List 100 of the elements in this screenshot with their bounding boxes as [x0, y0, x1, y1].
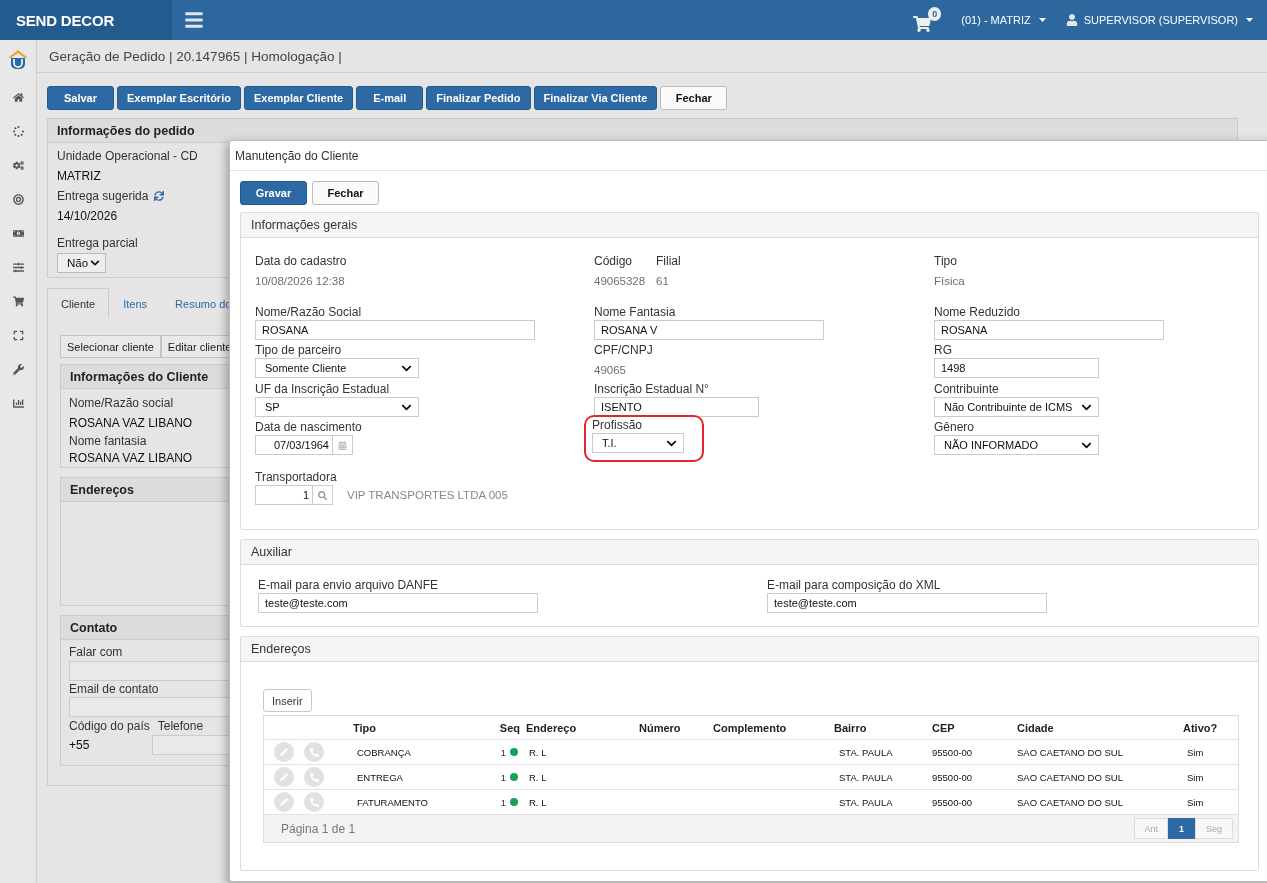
- user-menu[interactable]: SUPERVISOR (SUPERVISOR): [1083, 14, 1253, 26]
- field-label: Tipo: [934, 254, 958, 269]
- page-button[interactable]: 1: [1167, 818, 1195, 839]
- caret-icon: [1038, 18, 1046, 22]
- field-label: Telefone: [157, 719, 204, 733]
- select-field[interactable]: Somente Cliente: [255, 358, 419, 378]
- input-field[interactable]: 1: [255, 485, 313, 505]
- date-field[interactable]: 07/03/1964: [255, 435, 333, 455]
- field-value: 49065: [594, 363, 627, 378]
- refresh-icon[interactable]: [154, 191, 165, 201]
- frame-icon[interactable]: [12, 329, 24, 341]
- home-icon[interactable]: [12, 91, 24, 103]
- search-button[interactable]: [313, 485, 333, 505]
- field-label: Código do país: [69, 719, 150, 733]
- pencil-icon: [280, 748, 288, 756]
- section-title: Informações gerais: [241, 213, 1258, 238]
- section-title: Auxiliar: [241, 540, 1258, 565]
- select-field[interactable]: SP: [255, 397, 419, 417]
- table-cell-text: 95500-00: [931, 796, 974, 808]
- cart-count-badge: 0: [928, 7, 942, 21]
- toolbar-button[interactable]: Finalizar Pedido: [426, 86, 531, 110]
- chevron-icon: [90, 258, 100, 268]
- brand-name: SEND DECOR: [0, 0, 172, 40]
- wrench-icon[interactable]: [12, 363, 24, 375]
- column-header: Bairro: [833, 721, 868, 734]
- table-cell-text: STA. PAULA: [838, 771, 894, 783]
- panel-title: Informações do pedido: [48, 119, 1237, 143]
- field-value: +55: [69, 738, 90, 752]
- table-cell-text: Sim: [1186, 746, 1205, 758]
- bar-chart-icon[interactable]: [12, 397, 24, 409]
- field-label: Entrega sugerida: [57, 189, 149, 203]
- dialog-title: Manutenção do Cliente: [230, 141, 1267, 171]
- dialog-button[interactable]: Gravar: [240, 181, 307, 205]
- select-field[interactable]: Não Contribuinte de ICMS: [934, 397, 1099, 417]
- field-label: Nome Reduzido: [934, 305, 1022, 320]
- field-label: E-mail para envio arquivo DANFE: [258, 578, 440, 593]
- cart-icon[interactable]: [12, 295, 24, 307]
- toolbar-button[interactable]: Finalizar Via Cliente: [533, 86, 658, 110]
- section-title: Endereços: [241, 637, 1258, 662]
- pencil-icon: [280, 773, 288, 781]
- input-field[interactable]: ROSANA V: [594, 320, 824, 340]
- select-field[interactable]: Não: [57, 253, 106, 273]
- column-header: Endereço: [525, 721, 578, 734]
- field-label: CPF/CNPJ: [594, 343, 653, 358]
- page-title: Geração de Pedido | 20.147965 | Homologação |: [37, 40, 1267, 73]
- table-cell-text: COBRANÇA: [356, 746, 412, 758]
- sliders-icon[interactable]: [12, 261, 24, 273]
- field-label: Filial: [656, 254, 681, 269]
- input-field[interactable]: 1498: [934, 358, 1099, 378]
- toolbar-button[interactable]: Salvar: [47, 86, 114, 110]
- dialog-button[interactable]: Fechar: [312, 181, 379, 205]
- gears-icon[interactable]: [12, 159, 24, 171]
- field-value: ROSANA VAZ LIBANO: [69, 416, 193, 430]
- calendar-icon: [338, 440, 347, 450]
- field-label: Nome fantasia: [69, 433, 147, 448]
- column-header: CEP: [931, 721, 956, 734]
- field-value: 14/10/2026: [57, 209, 118, 223]
- table-cell: 1: [500, 746, 506, 758]
- toolbar-button[interactable]: Exemplar Escritório: [117, 86, 241, 110]
- input-field[interactable]: ROSANA: [255, 320, 535, 340]
- toolbar-button[interactable]: Fechar: [660, 86, 728, 110]
- spinner-icon[interactable]: [12, 125, 24, 137]
- table-cell-text: SAO CAETANO DO SUL: [1016, 796, 1124, 808]
- column-header: Ativo?: [1182, 721, 1219, 734]
- select-field[interactable]: NÃO INFORMADO: [934, 435, 1099, 455]
- input-field[interactable]: ISENTO: [594, 397, 759, 417]
- target-icon[interactable]: [12, 193, 24, 205]
- toolbar-button[interactable]: Exemplar Cliente: [243, 86, 354, 110]
- column-header: Complemento: [712, 721, 788, 734]
- field-label: Nome/Razão social: [69, 396, 174, 410]
- field-label: Gênero: [934, 420, 976, 435]
- field-label: Profissão: [592, 418, 644, 433]
- field-value: 61: [656, 274, 670, 289]
- table-cell-text: Sim: [1186, 771, 1205, 783]
- table-cell-text: STA. PAULA: [838, 746, 894, 758]
- field-label: Data do cadastro: [255, 254, 347, 269]
- tab[interactable]: Cliente: [47, 288, 110, 318]
- branch-menu[interactable]: (01) - MATRIZ: [961, 14, 1046, 26]
- field-label: Nome Fantasia: [594, 305, 677, 320]
- table-cell-text: 95500-00: [931, 771, 974, 783]
- input-field[interactable]: teste@teste.com: [767, 593, 1047, 613]
- table-cell-text: FATURAMENTO: [356, 796, 429, 808]
- column-header: Seq: [498, 721, 521, 734]
- insert-button[interactable]: Inserir: [263, 689, 312, 712]
- table-cell-text: ENTREGA: [356, 771, 404, 783]
- field-label: Entrega parcial: [57, 236, 138, 250]
- client-button[interactable]: Selecionar cliente: [60, 335, 161, 358]
- toolbar-button[interactable]: E-mail: [356, 86, 424, 110]
- input-field[interactable]: teste@teste.com: [258, 593, 538, 613]
- select-field[interactable]: T.I.: [592, 433, 684, 453]
- field-label: Código: [594, 254, 634, 269]
- banknote-icon[interactable]: [12, 227, 24, 239]
- user-icon: [1065, 14, 1078, 26]
- phone-icon: [309, 797, 319, 807]
- menu-icon[interactable]: [184, 10, 204, 30]
- table-cell-text: R. L: [528, 796, 548, 808]
- table-cell-text: 95500-00: [931, 746, 974, 758]
- field-value: Física: [934, 274, 965, 289]
- cart-button[interactable]: 0: [913, 7, 942, 33]
- input-field[interactable]: ROSANA: [934, 320, 1164, 340]
